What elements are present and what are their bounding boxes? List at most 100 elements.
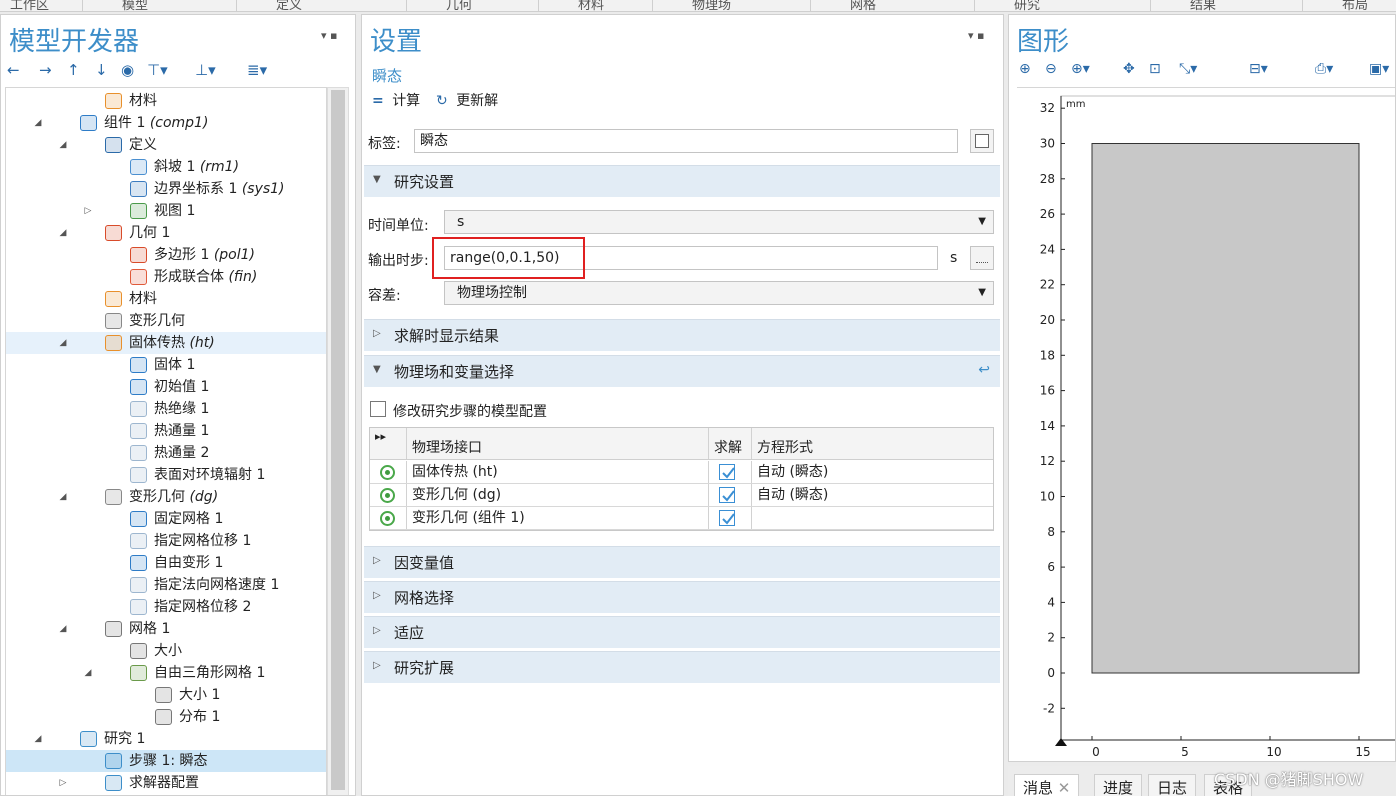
tree-item[interactable]: ◢ 研究 1 bbox=[6, 728, 326, 750]
table-row[interactable]: 固体传热 (ht) 自动 (瞬态) bbox=[370, 461, 993, 484]
graphics-toolbar-button[interactable]: ⊟▾ bbox=[1249, 61, 1268, 77]
panel-menu-icon[interactable]: ▾ ▪ bbox=[321, 29, 337, 42]
tree-item[interactable]: ◢ 组件 1 (comp1) bbox=[6, 112, 326, 134]
tree-item[interactable]: 固定网格 1 bbox=[6, 508, 326, 530]
tree-item[interactable]: 形成联合体 (fin) bbox=[6, 266, 326, 288]
tree-item[interactable]: 指定网格位移 1 bbox=[6, 530, 326, 552]
active-radio[interactable] bbox=[380, 488, 395, 503]
solve-checkbox[interactable] bbox=[719, 464, 735, 480]
geometry-plot[interactable]: 32302826242220181614121086420-20 5 10 15mm bbox=[1017, 87, 1396, 762]
toolbar-button[interactable]: ⊥▾ bbox=[195, 61, 216, 79]
label-options-button[interactable] bbox=[970, 129, 994, 153]
geometry-domain[interactable] bbox=[1091, 143, 1360, 674]
graphics-toolbar-button[interactable]: ⊖ bbox=[1045, 61, 1057, 77]
ribbon-tab[interactable]: 模型 bbox=[122, 0, 148, 11]
solve-cell[interactable] bbox=[709, 507, 752, 529]
active-cell[interactable] bbox=[370, 484, 407, 506]
graphics-toolbar-button[interactable]: ▣▾ bbox=[1369, 61, 1389, 77]
ribbon-tab[interactable]: 研究 bbox=[1014, 0, 1040, 11]
active-cell[interactable] bbox=[370, 461, 407, 483]
toolbar-button[interactable]: ↓ bbox=[95, 61, 108, 79]
graphics-toolbar-button[interactable]: ⤡▾ bbox=[1179, 61, 1197, 77]
tree-item[interactable]: 多边形 1 (pol1) bbox=[6, 244, 326, 266]
toolbar-button[interactable]: ◉ bbox=[121, 61, 134, 79]
compute-button[interactable]: = 计算 bbox=[372, 90, 420, 110]
collapse-icon[interactable]: ◢ bbox=[32, 728, 44, 750]
collapse-icon[interactable]: ◢ bbox=[57, 332, 69, 354]
active-radio[interactable] bbox=[380, 465, 395, 480]
solve-checkbox[interactable] bbox=[719, 487, 735, 503]
tree-item[interactable]: 初始值 1 bbox=[6, 376, 326, 398]
collapse-icon[interactable]: ◢ bbox=[32, 112, 44, 134]
tree-item[interactable]: 斜坡 1 (rm1) bbox=[6, 156, 326, 178]
ribbon-tab[interactable]: 物理场 bbox=[692, 0, 731, 11]
section-dependent-values[interactable]: ▷ 因变量值 bbox=[364, 546, 1000, 578]
collapse-icon[interactable]: ◢ bbox=[57, 222, 69, 244]
tree-item[interactable]: 大小 bbox=[6, 640, 326, 662]
bottom-tab[interactable]: 消息 ✕ bbox=[1014, 774, 1080, 796]
tree-item[interactable]: ◢ 固体传热 (ht) bbox=[6, 332, 326, 354]
collapse-icon[interactable]: ◢ bbox=[57, 618, 69, 640]
reset-icon[interactable]: ↩ bbox=[978, 362, 990, 378]
bottom-tab[interactable]: 进度 bbox=[1094, 774, 1143, 796]
ribbon-tab[interactable]: 布局 bbox=[1342, 0, 1368, 11]
tree-item[interactable]: ◢ 网格 1 bbox=[6, 618, 326, 640]
table-row[interactable]: 变形几何 (dg) 自动 (瞬态) bbox=[370, 484, 993, 507]
scrollbar-thumb[interactable] bbox=[331, 90, 345, 790]
graphics-toolbar-button[interactable]: ⊡ bbox=[1149, 61, 1161, 77]
tree-item[interactable]: 表面对环境辐射 1 bbox=[6, 464, 326, 486]
panel-menu-icon[interactable]: ▾ ▪ bbox=[968, 29, 984, 42]
toolbar-button[interactable]: ↑ bbox=[67, 61, 80, 79]
section-study-extensions[interactable]: ▷ 研究扩展 bbox=[364, 651, 1000, 683]
tree-item[interactable]: ▷ 求解器配置 bbox=[6, 772, 326, 794]
ribbon-tab[interactable]: 工作区 bbox=[10, 0, 49, 11]
tree-item[interactable]: 变形几何 bbox=[6, 310, 326, 332]
graphics-toolbar-button[interactable]: ⎙▾ bbox=[1315, 61, 1333, 77]
section-adaptation[interactable]: ▷ 适应 bbox=[364, 616, 1000, 648]
tree-item[interactable]: 热通量 1 bbox=[6, 420, 326, 442]
tree-item[interactable]: 指定网格位移 2 bbox=[6, 596, 326, 618]
tree-item[interactable]: ◢ 变形几何 (dg) bbox=[6, 486, 326, 508]
header-expand-icon[interactable]: ▸▸ bbox=[370, 428, 407, 459]
time-unit-select[interactable]: s ▼ bbox=[444, 210, 994, 234]
solve-cell[interactable] bbox=[709, 461, 752, 483]
active-cell[interactable] bbox=[370, 507, 407, 529]
toolbar-button[interactable]: → bbox=[39, 61, 52, 79]
tree-item[interactable]: ▷ 视图 1 bbox=[6, 200, 326, 222]
tree-item[interactable]: 材料 bbox=[6, 90, 326, 112]
close-icon[interactable]: ✕ bbox=[1053, 779, 1071, 796]
range-button[interactable] bbox=[970, 246, 994, 270]
label-input[interactable]: 瞬态 bbox=[414, 129, 958, 153]
ribbon-tab[interactable]: 定义 bbox=[276, 0, 302, 11]
tolerance-select[interactable]: 物理场控制 ▼ bbox=[444, 281, 994, 305]
tree-item[interactable]: ◢ 自由三角形网格 1 bbox=[6, 662, 326, 684]
modify-config-checkbox[interactable] bbox=[370, 401, 386, 417]
tree-item[interactable]: 步骤 1: 瞬态 bbox=[6, 750, 326, 772]
ribbon-tab[interactable]: 材料 bbox=[578, 0, 604, 11]
section-study-settings[interactable]: ▼ 研究设置 bbox=[364, 165, 1000, 197]
toolbar-button[interactable]: ⊤▾ bbox=[147, 61, 168, 79]
expand-icon[interactable]: ▷ bbox=[82, 200, 94, 222]
graphics-toolbar-button[interactable]: ✥ bbox=[1123, 61, 1135, 77]
tree-scrollbar[interactable] bbox=[327, 87, 349, 795]
tree-item[interactable]: 热绝缘 1 bbox=[6, 398, 326, 420]
graphics-toolbar-button[interactable]: ⊕▾ bbox=[1071, 61, 1090, 77]
tree-item[interactable]: 材料 bbox=[6, 288, 326, 310]
tree-item[interactable]: ◢ 几何 1 bbox=[6, 222, 326, 244]
tree-item[interactable]: 大小 1 bbox=[6, 684, 326, 706]
solve-cell[interactable] bbox=[709, 484, 752, 506]
tree-item[interactable]: 自由变形 1 bbox=[6, 552, 326, 574]
expand-icon[interactable]: ▷ bbox=[57, 772, 69, 794]
table-row[interactable]: 变形几何 (组件 1) bbox=[370, 507, 993, 530]
collapse-icon[interactable]: ◢ bbox=[57, 486, 69, 508]
ribbon-tab[interactable]: 结果 bbox=[1190, 0, 1216, 11]
tree-item[interactable]: 固体 1 bbox=[6, 354, 326, 376]
tree-item[interactable]: 热通量 2 bbox=[6, 442, 326, 464]
collapse-icon[interactable]: ◢ bbox=[57, 134, 69, 156]
section-mesh-selection[interactable]: ▷ 网格选择 bbox=[364, 581, 1000, 613]
toolbar-button[interactable]: ≣▾ bbox=[247, 61, 267, 79]
update-solution-button[interactable]: ↻ 更新解 bbox=[436, 90, 498, 110]
section-physics-variables[interactable]: ▼ 物理场和变量选择 ↩ bbox=[364, 355, 1000, 387]
tree-item[interactable]: 边界坐标系 1 (sys1) bbox=[6, 178, 326, 200]
bottom-tab[interactable]: 日志 bbox=[1148, 774, 1197, 796]
